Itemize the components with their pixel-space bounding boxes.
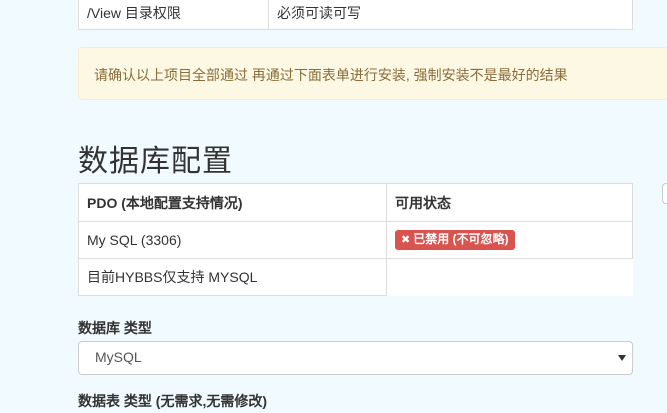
column-header-pdo: PDO (本地配置支持情况) xyxy=(78,183,387,222)
alert-text: 请确认以上项目全部通过 再通过下面表单进行安装, 强制安装不是最好的结果 xyxy=(94,67,568,83)
permission-requirement: 必须可读可写 xyxy=(268,0,633,30)
db-status-cell: ✖ 已禁用 (不可忽略) xyxy=(386,221,633,259)
table-header-row: PDO (本地配置支持情况) 可用状态 xyxy=(78,183,633,222)
column-header-status: 可用状态 xyxy=(386,183,633,222)
status-badge: ✖ 已禁用 (不可忽略) xyxy=(395,230,515,250)
db-type-label: 数据库 类型 xyxy=(78,320,152,336)
db-type-select[interactable]: MySQL xyxy=(78,341,633,375)
side-input-fragment xyxy=(662,183,667,204)
caret-down-icon xyxy=(618,355,626,361)
install-page: /View 目录权限 必须可读可写 请确认以上项目全部通过 再通过下面表单进行安… xyxy=(0,0,667,413)
permission-path: /View 目录权限 xyxy=(78,0,269,30)
db-name-cell: 目前HYBBS仅支持 MYSQL xyxy=(78,258,387,296)
table-row: /View 目录权限 必须可读可写 xyxy=(78,0,633,30)
table-row: My SQL (3306) ✖ 已禁用 (不可忽略) xyxy=(78,221,633,259)
db-support-table: PDO (本地配置支持情况) 可用状态 My SQL (3306) ✖ 已禁用 (… xyxy=(78,183,633,296)
status-badge-label: 已禁用 (不可忽略) xyxy=(413,232,509,246)
section-title: 数据库配置 xyxy=(78,144,233,179)
db-status-cell xyxy=(386,258,633,296)
table-type-label: 数据表 类型 (无需求,无需修改) xyxy=(78,393,267,409)
warning-alert: 请确认以上项目全部通过 再通过下面表单进行安装, 强制安装不是最好的结果 xyxy=(78,47,667,100)
db-name-cell: My SQL (3306) xyxy=(78,221,387,259)
permission-table: /View 目录权限 必须可读可写 xyxy=(78,0,633,30)
x-icon: ✖ xyxy=(401,234,411,246)
db-type-selected-value: MySQL xyxy=(95,349,142,365)
table-row: 目前HYBBS仅支持 MYSQL xyxy=(78,258,633,296)
